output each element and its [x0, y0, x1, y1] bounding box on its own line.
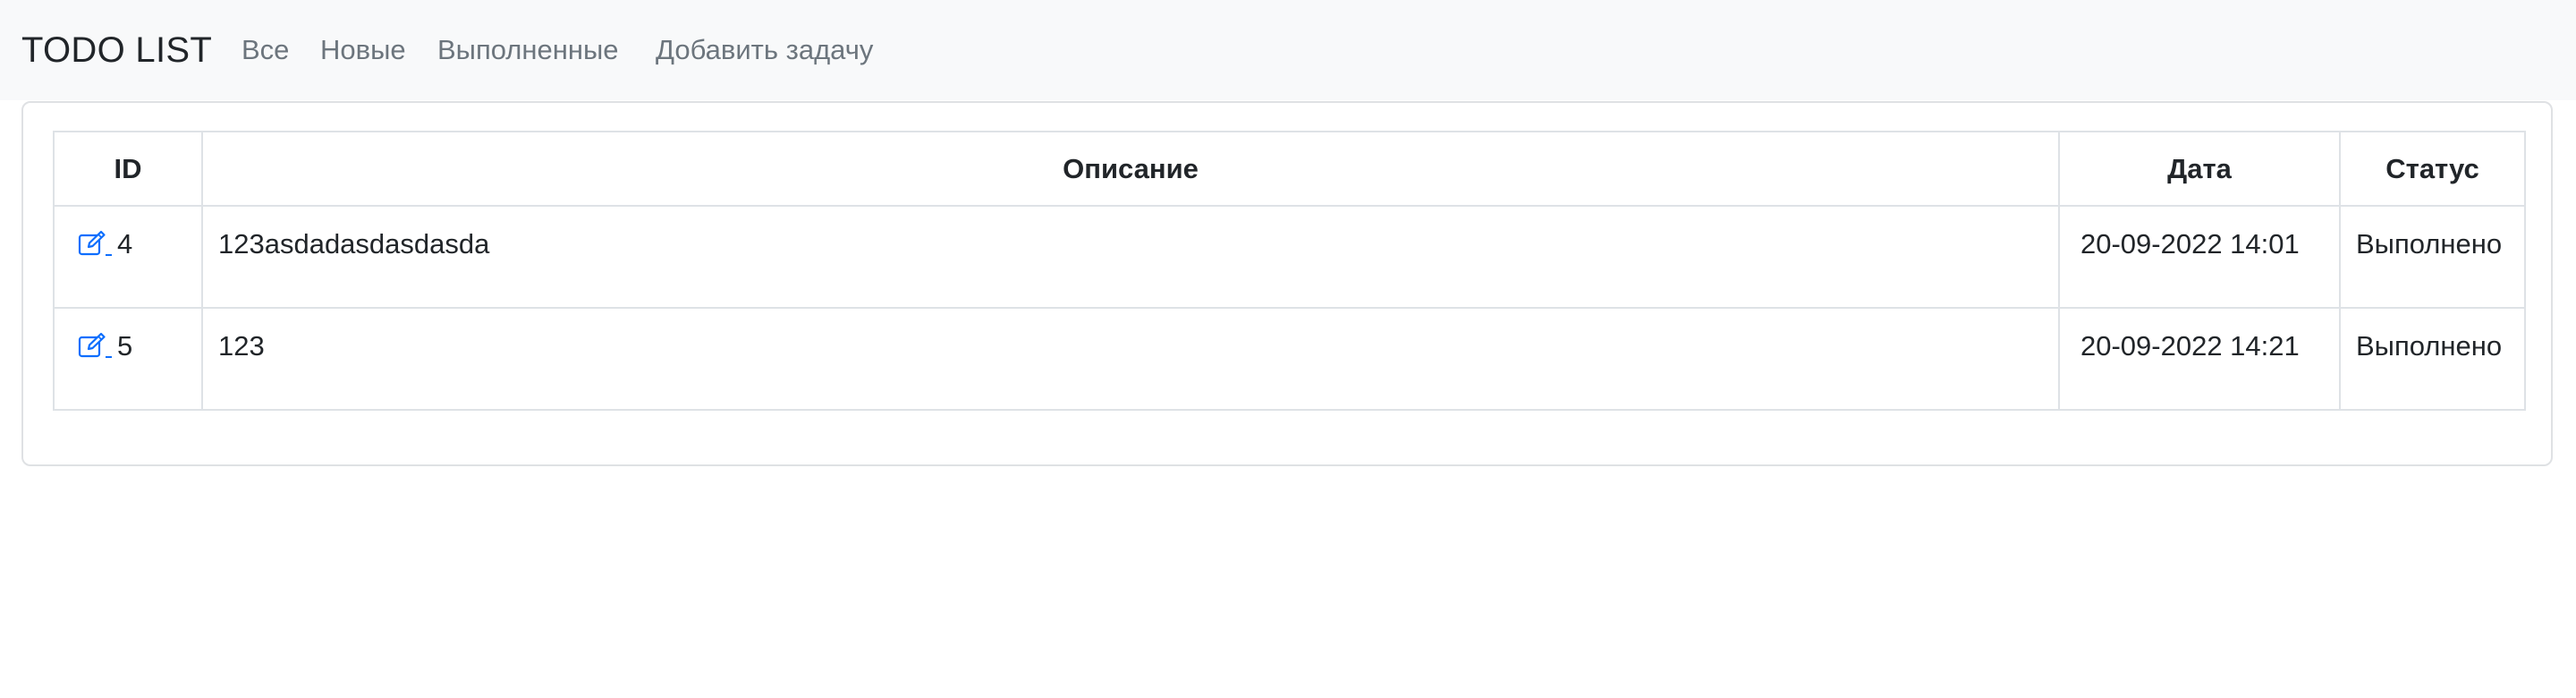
- header-date: Дата: [2058, 131, 2341, 207]
- table-row: 4 123asdadasdasdasda 20-09-2022 14:01 Вы…: [53, 205, 2526, 309]
- nav-link-add-task[interactable]: Добавить задачу: [656, 34, 873, 66]
- row-id: 5: [117, 330, 133, 362]
- row-id-cell: 5: [53, 307, 203, 411]
- nav-link-all[interactable]: Все: [242, 34, 289, 66]
- header-description: Описание: [201, 131, 2060, 207]
- row-description: 123: [201, 307, 2060, 411]
- header-status: Статус: [2339, 131, 2526, 207]
- table-header-row: ID Описание Дата Статус: [53, 131, 2526, 207]
- row-id: 4: [117, 228, 133, 260]
- nav-link-completed[interactable]: Выполненные: [437, 34, 619, 66]
- header-id: ID: [53, 131, 203, 207]
- row-status: Выполнено: [2339, 307, 2526, 411]
- row-date: 20-09-2022 14:21: [2058, 307, 2341, 411]
- edit-icon[interactable]: [78, 230, 112, 257]
- row-status: Выполнено: [2339, 205, 2526, 309]
- todo-table: ID Описание Дата Статус 4 123asdadasdasd…: [53, 131, 2526, 411]
- brand-logo[interactable]: TODO LIST: [21, 30, 212, 71]
- table-row: 5 123 20-09-2022 14:21 Выполнено: [53, 307, 2526, 411]
- navbar: TODO LIST Все Новые Выполненные Добавить…: [0, 0, 2576, 100]
- row-description: 123asdadasdasdasda: [201, 205, 2060, 309]
- edit-icon[interactable]: [78, 332, 112, 359]
- row-date: 20-09-2022 14:01: [2058, 205, 2341, 309]
- row-id-cell: 4: [53, 205, 203, 309]
- nav-link-new[interactable]: Новые: [320, 34, 406, 66]
